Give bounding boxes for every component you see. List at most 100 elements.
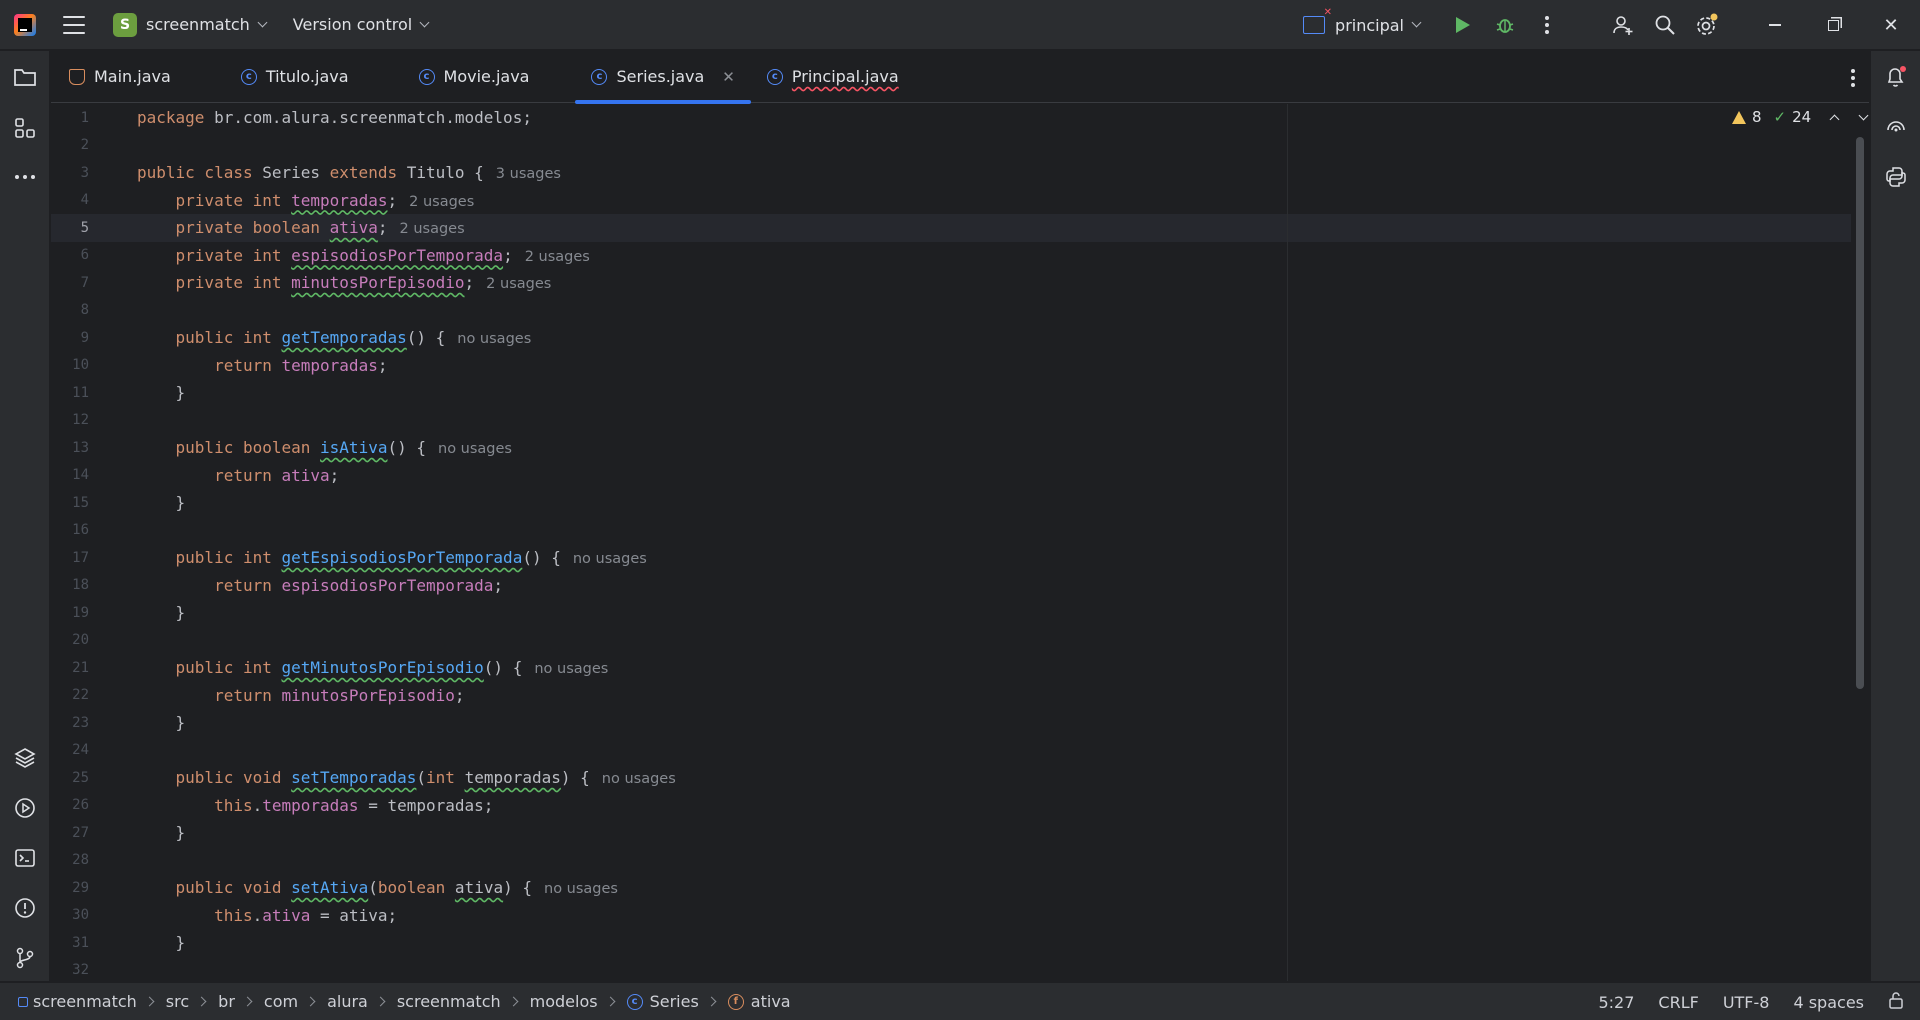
line-number[interactable]: 3 [51, 165, 89, 181]
ok-count: 24 [1792, 108, 1812, 126]
version-control-menu[interactable]: Version control [293, 15, 430, 34]
line-number[interactable]: 6 [51, 247, 89, 263]
indent-setting[interactable]: 4 spaces [1793, 993, 1864, 1012]
tab-movie-java[interactable]: c Movie.java [403, 51, 546, 103]
breadcrumb-item[interactable]: br [218, 992, 235, 1011]
line-number[interactable]: 18 [51, 577, 89, 593]
bell-icon [1887, 66, 1906, 87]
close-window-button[interactable]: ✕ [1862, 0, 1920, 50]
close-tab-icon[interactable]: ✕ [722, 68, 735, 86]
line-number[interactable]: 23 [51, 715, 89, 731]
code-line-11: } [175, 383, 186, 402]
line-number[interactable]: 16 [51, 522, 89, 538]
more-tool-windows-button[interactable] [12, 164, 38, 190]
line-number[interactable]: 17 [51, 550, 89, 566]
problems-tool-button[interactable] [12, 895, 38, 921]
line-number[interactable]: 19 [51, 605, 89, 621]
usages-hint[interactable]: 2 usages [525, 249, 590, 265]
usages-hint[interactable]: 2 usages [399, 221, 464, 237]
usages-hint[interactable]: no usages [573, 551, 647, 567]
line-number[interactable]: 14 [51, 467, 89, 483]
lock-icon[interactable] [1888, 991, 1904, 1013]
code-editor[interactable]: 1 2 3 4 5 6 7 8 9 10 11 12 13 14 15 16 17 18 19 20 21 22 23 24 2… [51, 104, 1869, 981]
line-number[interactable]: 15 [51, 495, 89, 511]
line-number[interactable]: 2 [51, 137, 89, 153]
usages-hint[interactable]: no usages [602, 771, 676, 787]
breadcrumb-item[interactable]: screenmatch [397, 992, 501, 1011]
caret-position[interactable]: 5:27 [1598, 993, 1634, 1012]
line-number[interactable]: 8 [51, 302, 89, 318]
line-number[interactable]: 27 [51, 825, 89, 841]
line-number[interactable]: 26 [51, 797, 89, 813]
line-number[interactable]: 12 [51, 412, 89, 428]
line-number[interactable]: 11 [51, 385, 89, 401]
usages-hint[interactable]: 2 usages [409, 194, 474, 210]
breadcrumb-item[interactable]: c Series [626, 992, 699, 1011]
line-number[interactable]: 13 [51, 440, 89, 456]
services-tool-button[interactable] [12, 745, 38, 771]
settings-button[interactable] [1692, 10, 1722, 40]
usages-hint[interactable]: no usages [534, 661, 608, 677]
main-menu-button[interactable] [63, 15, 85, 34]
minimize-window-button[interactable] [1746, 0, 1804, 50]
line-number[interactable]: 28 [51, 852, 89, 868]
breadcrumb-item[interactable]: src [166, 992, 189, 1011]
code-with-me-button[interactable] [1608, 10, 1638, 40]
file-encoding[interactable]: UTF-8 [1723, 993, 1770, 1012]
line-number[interactable]: 31 [51, 935, 89, 951]
line-number[interactable]: 21 [51, 660, 89, 676]
git-tool-button[interactable] [12, 945, 38, 971]
search-button[interactable] [1650, 10, 1680, 40]
tab-main-java[interactable]: Main.java [53, 51, 187, 103]
line-separator[interactable]: CRLF [1658, 993, 1698, 1012]
project-tool-button[interactable] [12, 64, 38, 90]
intellij-logo-icon[interactable] [14, 13, 36, 36]
chevron-down-icon[interactable] [1858, 110, 1869, 120]
debug-button[interactable] [1490, 10, 1520, 40]
more-actions-button[interactable] [1532, 10, 1562, 40]
tab-actions-button[interactable] [1851, 69, 1855, 87]
usages-hint[interactable]: no usages [457, 331, 531, 347]
vertical-scrollbar[interactable] [1856, 137, 1864, 689]
breadcrumb-item[interactable]: modelos [530, 992, 598, 1011]
terminal-tool-button[interactable] [12, 845, 38, 871]
line-number[interactable]: 10 [51, 357, 89, 373]
usages-hint[interactable]: no usages [438, 441, 512, 457]
tab-titulo-java[interactable]: c Titulo.java [225, 51, 365, 103]
notifications-button[interactable] [1883, 64, 1909, 90]
run-tool-button[interactable] [12, 795, 38, 821]
line-number[interactable]: 25 [51, 770, 89, 786]
run-configuration-selector[interactable]: principal [1303, 7, 1422, 35]
usages-hint[interactable]: 2 usages [486, 276, 551, 292]
line-number[interactable]: 32 [51, 962, 89, 978]
line-number[interactable]: 20 [51, 632, 89, 648]
line-number[interactable]: 4 [51, 192, 89, 208]
line-number[interactable]: 30 [51, 907, 89, 923]
ai-assistant-button[interactable] [1883, 114, 1909, 140]
usages-hint[interactable]: 3 usages [496, 166, 561, 182]
tab-principal-java[interactable]: c Principal.java [751, 51, 915, 103]
usages-hint[interactable]: no usages [544, 881, 618, 897]
line-number[interactable]: 22 [51, 687, 89, 703]
line-number[interactable]: 1 [51, 110, 89, 126]
restore-window-button[interactable] [1804, 0, 1862, 50]
line-number[interactable]: 24 [51, 742, 89, 758]
inspection-widget[interactable]: 8 ✓ 24 [1732, 108, 1869, 126]
chevron-up-icon[interactable] [1829, 114, 1840, 124]
run-config-error-icon [1303, 7, 1332, 34]
breadcrumb-item[interactable]: alura [327, 992, 368, 1011]
line-number[interactable]: 29 [51, 880, 89, 896]
breadcrumb-item[interactable]: screenmatch [18, 992, 137, 1011]
line-number[interactable]: 9 [51, 330, 89, 346]
run-button[interactable] [1448, 10, 1478, 40]
line-number[interactable]: 5 [51, 220, 89, 236]
tab-series-java[interactable]: c Series.java ✕ [575, 51, 752, 104]
python-console-button[interactable] [1883, 164, 1909, 190]
line-number[interactable]: 7 [51, 275, 89, 291]
breadcrumb-item[interactable]: f ativa [727, 992, 791, 1011]
search-icon [1655, 15, 1675, 35]
breadcrumb-item[interactable]: com [264, 992, 298, 1011]
tab-label: Principal.java [791, 67, 899, 86]
project-selector[interactable]: S screenmatch [113, 12, 268, 37]
structure-tool-button[interactable] [12, 115, 38, 141]
